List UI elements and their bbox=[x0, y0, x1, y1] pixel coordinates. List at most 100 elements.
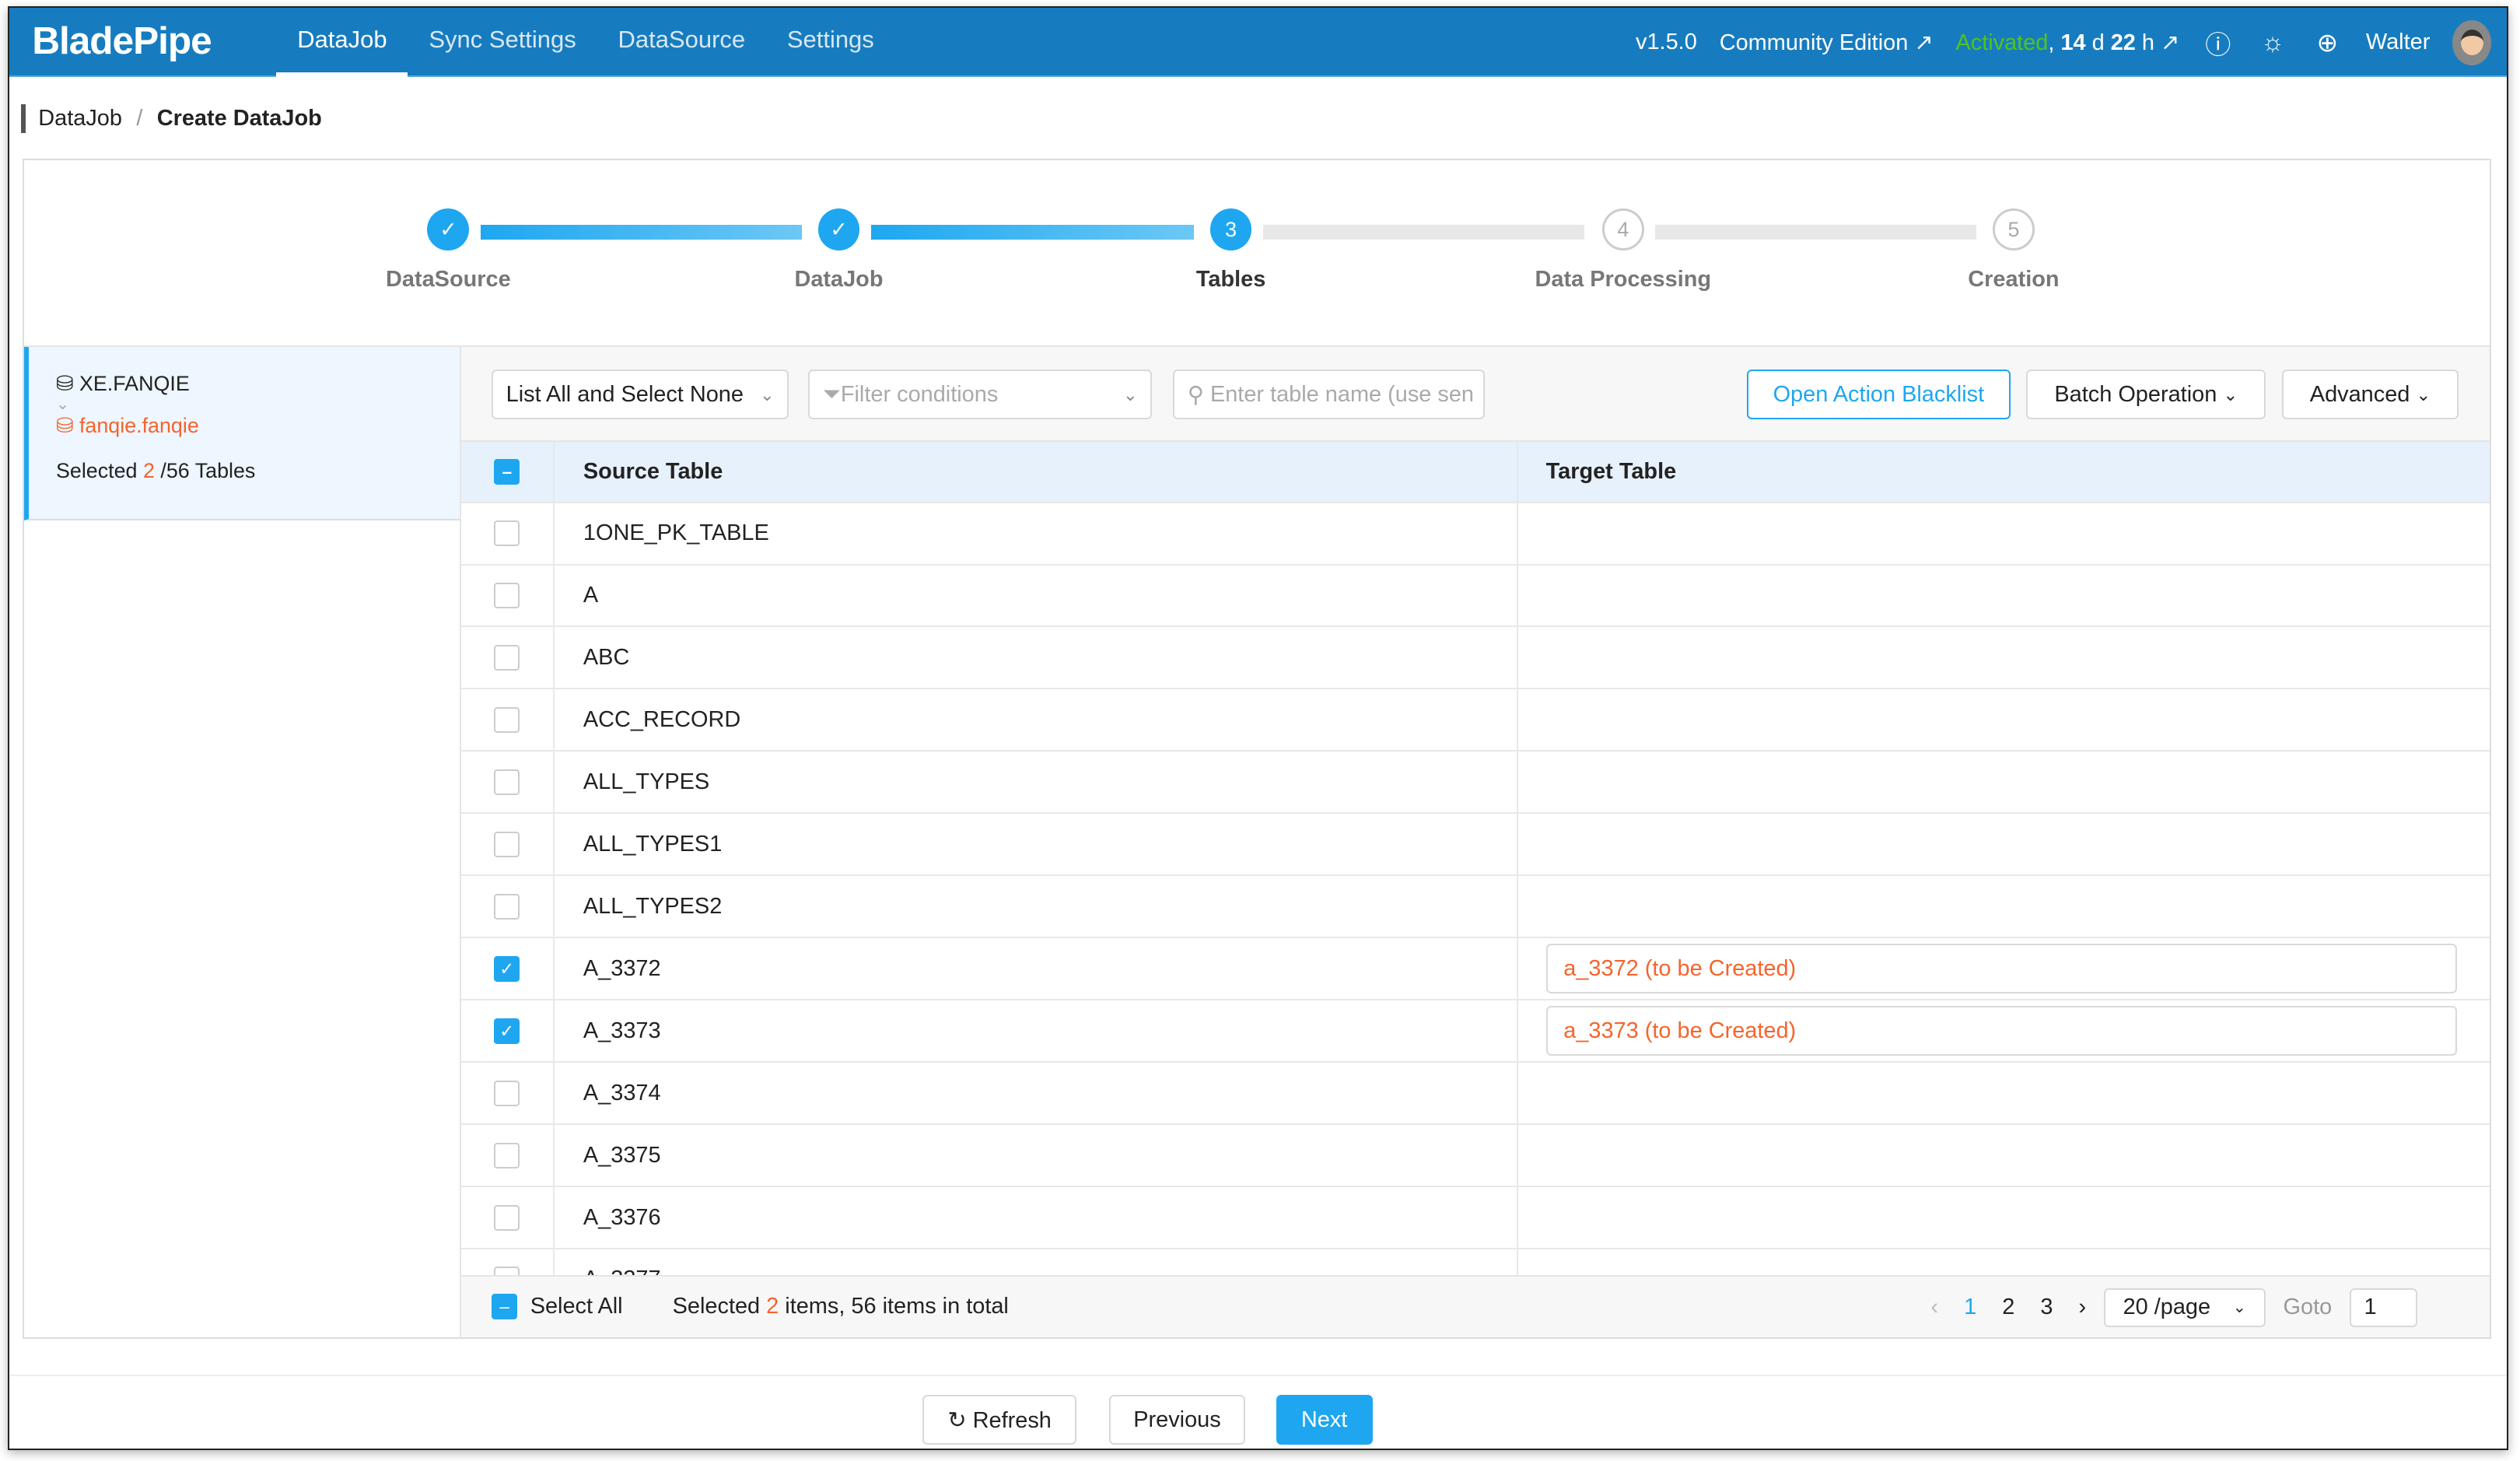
table-row[interactable]: ABC bbox=[461, 627, 2490, 689]
avatar[interactable] bbox=[2452, 20, 2491, 65]
table-search-input[interactable]: ⚲ Enter table name (use sen bbox=[1173, 370, 1485, 419]
arrow-down-icon: ⌄ bbox=[56, 395, 460, 415]
next-page-icon[interactable]: › bbox=[2070, 1295, 2094, 1320]
total-tables: /56 Tables bbox=[155, 459, 255, 482]
row-checkbox[interactable] bbox=[494, 1081, 520, 1106]
step-datasource: ✓DataSource bbox=[352, 208, 544, 292]
chevron-down-icon: ⌄ bbox=[2223, 384, 2238, 405]
row-checkbox[interactable]: ✓ bbox=[494, 1018, 520, 1044]
row-checkbox[interactable] bbox=[494, 1205, 520, 1231]
row-checkbox[interactable] bbox=[494, 894, 520, 920]
row-checkbox[interactable] bbox=[494, 769, 520, 795]
step-label: DataSource bbox=[352, 267, 544, 293]
filter-conditions-select[interactable]: ⏷Filter conditions⌄ bbox=[808, 370, 1152, 419]
row-checkbox[interactable] bbox=[494, 1143, 520, 1168]
table-row[interactable]: ✓ A_3373 a_3373 (to be Created) bbox=[461, 1000, 2490, 1063]
target-table-input[interactable]: a_3373 (to be Created) bbox=[1546, 1006, 2458, 1056]
table-row[interactable]: ACC_RECORD bbox=[461, 689, 2490, 752]
step-tables: 3Tables bbox=[1135, 208, 1328, 292]
page-2[interactable]: 2 bbox=[1994, 1295, 2023, 1320]
advanced-button[interactable]: Advanced ⌄ bbox=[2282, 370, 2459, 419]
table-row[interactable]: A_3375 bbox=[461, 1125, 2490, 1187]
source-table-name: ALL_TYPES1 bbox=[555, 814, 1519, 874]
target-database-icon: ⛁ bbox=[56, 414, 74, 437]
page-3[interactable]: 3 bbox=[2032, 1295, 2061, 1320]
row-checkbox[interactable] bbox=[494, 1267, 520, 1274]
nav-settings[interactable]: Settings bbox=[766, 8, 895, 77]
search-icon: ⚲ bbox=[1188, 381, 1204, 408]
source-table-name: A bbox=[555, 566, 1519, 626]
action-bar: ↻ Refresh Previous Next bbox=[9, 1375, 2507, 1450]
table-row[interactable]: ALL_TYPES bbox=[461, 752, 2490, 814]
row-checkbox[interactable] bbox=[494, 520, 520, 546]
row-checkbox[interactable]: ✓ bbox=[494, 956, 520, 982]
table-row[interactable]: ✓ A_3372 a_3372 (to be Created) bbox=[461, 938, 2490, 1000]
select-all-checkbox[interactable]: – bbox=[492, 1294, 517, 1319]
tables-panel: List All and Select None⌄ ⏷Filter condit… bbox=[461, 347, 2490, 1337]
schema-mapping-item[interactable]: ⛁ XE.FANQIE ⌄ ⛁ fanqie.fanqie Selected 2… bbox=[24, 347, 460, 520]
table-row[interactable]: ALL_TYPES2 bbox=[461, 876, 2490, 938]
prev-page-icon[interactable]: ‹ bbox=[1923, 1295, 1946, 1320]
nav-datajob[interactable]: DataJob bbox=[276, 8, 408, 77]
row-checkbox[interactable] bbox=[494, 707, 520, 733]
page-1[interactable]: 1 bbox=[1956, 1295, 1985, 1320]
header-source-table: Source Table bbox=[555, 442, 1519, 502]
help-icon[interactable]: ⓘ bbox=[2202, 24, 2234, 61]
source-table-name: A_3374 bbox=[555, 1063, 1519, 1123]
table-row[interactable]: A_3376 bbox=[461, 1187, 2490, 1249]
batch-label: Batch Operation bbox=[2054, 382, 2217, 408]
breadcrumb-datajob[interactable]: DataJob bbox=[38, 106, 122, 131]
row-checkbox[interactable] bbox=[494, 832, 520, 857]
sel-count: 2 bbox=[766, 1294, 779, 1319]
step-label: Data Processing bbox=[1527, 267, 1720, 293]
next-button[interactable]: Next bbox=[1276, 1395, 1373, 1445]
chevron-down-icon: ⌄ bbox=[2224, 1298, 2254, 1317]
batch-operation-button[interactable]: Batch Operation ⌄ bbox=[2026, 370, 2266, 419]
community-edition-link[interactable]: Community Edition ↗ bbox=[1720, 29, 1934, 56]
open-action-blacklist-button[interactable]: Open Action Blacklist bbox=[1747, 370, 2011, 419]
step-datajob: ✓DataJob bbox=[742, 208, 935, 292]
main-nav: DataJob Sync Settings DataSource Setting… bbox=[276, 8, 894, 77]
chevron-down-icon: ⌄ bbox=[1123, 384, 1138, 405]
table-row[interactable]: A bbox=[461, 566, 2490, 628]
select-all-header-checkbox[interactable]: – bbox=[494, 459, 520, 485]
table-footer: – Select All Selected 2 items, 56 items … bbox=[461, 1275, 2490, 1338]
table-row[interactable]: ALL_TYPES1 bbox=[461, 814, 2490, 876]
search-placeholder: Enter table name (use sen bbox=[1210, 382, 1474, 408]
table-row[interactable]: 1ONE_PK_TABLE bbox=[461, 503, 2490, 566]
source-table-name: A_3376 bbox=[555, 1187, 1519, 1248]
nav-sync-settings[interactable]: Sync Settings bbox=[408, 8, 597, 77]
row-checkbox[interactable] bbox=[494, 645, 520, 671]
user-name[interactable]: Walter bbox=[2366, 30, 2430, 55]
nav-datasource[interactable]: DataSource bbox=[597, 8, 766, 77]
step-label: Tables bbox=[1135, 267, 1328, 293]
previous-button[interactable]: Previous bbox=[1109, 1395, 1246, 1445]
theme-sun-icon[interactable]: ☼ bbox=[2256, 28, 2288, 58]
language-globe-icon[interactable]: ⊕ bbox=[2312, 27, 2343, 58]
sep: , bbox=[2048, 30, 2060, 55]
list-mode-select[interactable]: List All and Select None⌄ bbox=[492, 370, 789, 419]
bladepipe-logo[interactable]: BladePipe bbox=[32, 18, 211, 63]
breadcrumb: DataJob / Create DataJob bbox=[21, 104, 322, 133]
goto-page-input[interactable]: 1 bbox=[2350, 1288, 2417, 1327]
select-all-label[interactable]: Select All bbox=[530, 1294, 623, 1319]
app-window: BladePipe DataJob Sync Settings DataSour… bbox=[8, 6, 2508, 1450]
table-header-row: – Source Table Target Table bbox=[461, 442, 2490, 503]
table-toolbar: List All and Select None⌄ ⏷Filter condit… bbox=[461, 347, 2490, 442]
target-schema: fanqie.fanqie bbox=[79, 414, 199, 437]
hours: 22 bbox=[2111, 30, 2136, 55]
step-creation: 5Creation bbox=[1917, 208, 2110, 292]
row-checkbox[interactable] bbox=[494, 583, 520, 608]
sel-pre: Selected bbox=[673, 1294, 767, 1319]
target-table-input[interactable]: a_3372 (to be Created) bbox=[1546, 944, 2458, 993]
source-table-name: ACC_RECORD bbox=[555, 689, 1519, 750]
table-row[interactable]: A_3377 bbox=[461, 1249, 2490, 1275]
table-row[interactable]: A_3374 bbox=[461, 1063, 2490, 1125]
advanced-label: Advanced bbox=[2310, 382, 2410, 408]
refresh-button[interactable]: ↻ Refresh bbox=[922, 1395, 1076, 1445]
version-label: v1.5.0 bbox=[1636, 30, 1697, 55]
source-table-name: A_3373 bbox=[555, 1000, 1519, 1061]
source-table-name: ALL_TYPES2 bbox=[555, 876, 1519, 937]
license-status[interactable]: Activated, 14 d 22 h ↗ bbox=[1955, 29, 2179, 56]
page-size-select[interactable]: 20 /page ⌄ bbox=[2104, 1288, 2266, 1327]
